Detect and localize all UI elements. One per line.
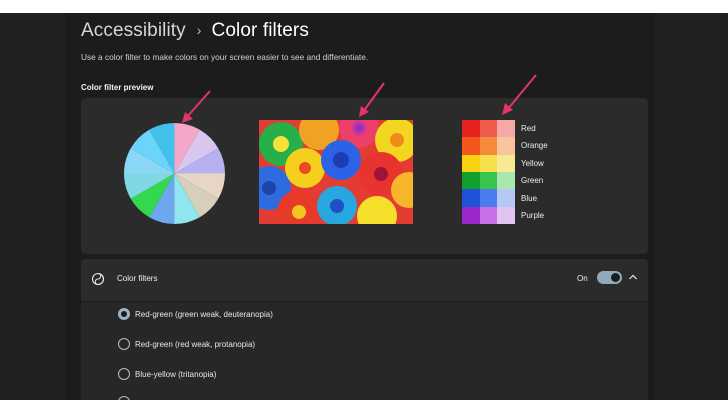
page-description: Use a color filter to make colors on you… — [81, 52, 369, 62]
breadcrumb-accessibility-link[interactable]: Accessibility — [81, 20, 186, 42]
color-swatch-green — [462, 172, 481, 190]
breadcrumb: Accessibility › Color filters — [81, 17, 309, 45]
color-label-blue: Blue — [521, 193, 538, 203]
breadcrumb-separator-icon: › — [196, 22, 202, 38]
radio-button[interactable] — [118, 396, 130, 400]
radio-label: Blue-yellow (tritanopia) — [135, 369, 217, 379]
color-swatch-purple — [479, 206, 498, 225]
color-filter-icon — [91, 272, 105, 286]
color-label-yellow: Yellow — [521, 158, 544, 168]
radio-button-selected[interactable] — [118, 308, 130, 320]
color-swatch-orange — [462, 137, 481, 156]
color-swatch-green — [497, 172, 516, 190]
color-swatch-orange — [497, 137, 516, 156]
toggle-knob — [611, 273, 620, 282]
color-labels-list: Red Orange Yellow Green Blue Purple — [521, 120, 581, 224]
color-label-green: Green — [521, 176, 544, 186]
color-swatch-blue — [462, 189, 481, 208]
toggle-state-label: On — [577, 274, 588, 283]
color-wheel-image — [124, 123, 225, 224]
color-swatch-grid — [462, 120, 516, 225]
radio-option-tritanopia[interactable]: Blue-yellow (tritanopia) — [118, 368, 216, 380]
color-swatch-red — [479, 120, 498, 138]
color-label-orange: Orange — [521, 141, 548, 151]
color-swatch-purple — [462, 206, 481, 225]
color-label-purple: Purple — [521, 210, 545, 220]
radio-button[interactable] — [118, 338, 130, 350]
color-swatch-blue — [479, 189, 498, 208]
color-swatch-yellow — [462, 154, 481, 173]
color-swatch-red — [462, 120, 481, 138]
chevron-up-icon[interactable] — [628, 273, 638, 281]
color-swatch-orange — [479, 137, 498, 156]
page-title: Color filters — [211, 20, 309, 41]
color-filters-setting-header[interactable] — [81, 259, 648, 301]
color-filters-toggle[interactable] — [597, 271, 622, 284]
radio-option-deuteranopia[interactable]: Red-green (green weak, deuteranopia) — [118, 308, 273, 320]
color-swatch-purple — [497, 206, 516, 225]
umbrellas-photo — [259, 120, 413, 224]
color-swatch-yellow — [497, 154, 516, 173]
color-swatch-blue — [497, 189, 516, 208]
radio-label: Red-green (green weak, deuteranopia) — [135, 309, 273, 319]
radio-option-protanopia[interactable]: Red-green (red weak, protanopia) — [118, 338, 255, 350]
radio-label: Red-green (red weak, protanopia) — [135, 339, 256, 349]
color-filters-label: Color filters — [117, 274, 158, 283]
color-label-red: Red — [521, 124, 536, 133]
color-swatch-yellow — [479, 154, 498, 173]
color-swatch-green — [479, 172, 498, 190]
radio-button[interactable] — [118, 368, 130, 380]
preview-section-title: Color filter preview — [81, 83, 154, 92]
radio-option-partial[interactable] — [118, 396, 135, 400]
color-swatch-red — [497, 120, 516, 138]
